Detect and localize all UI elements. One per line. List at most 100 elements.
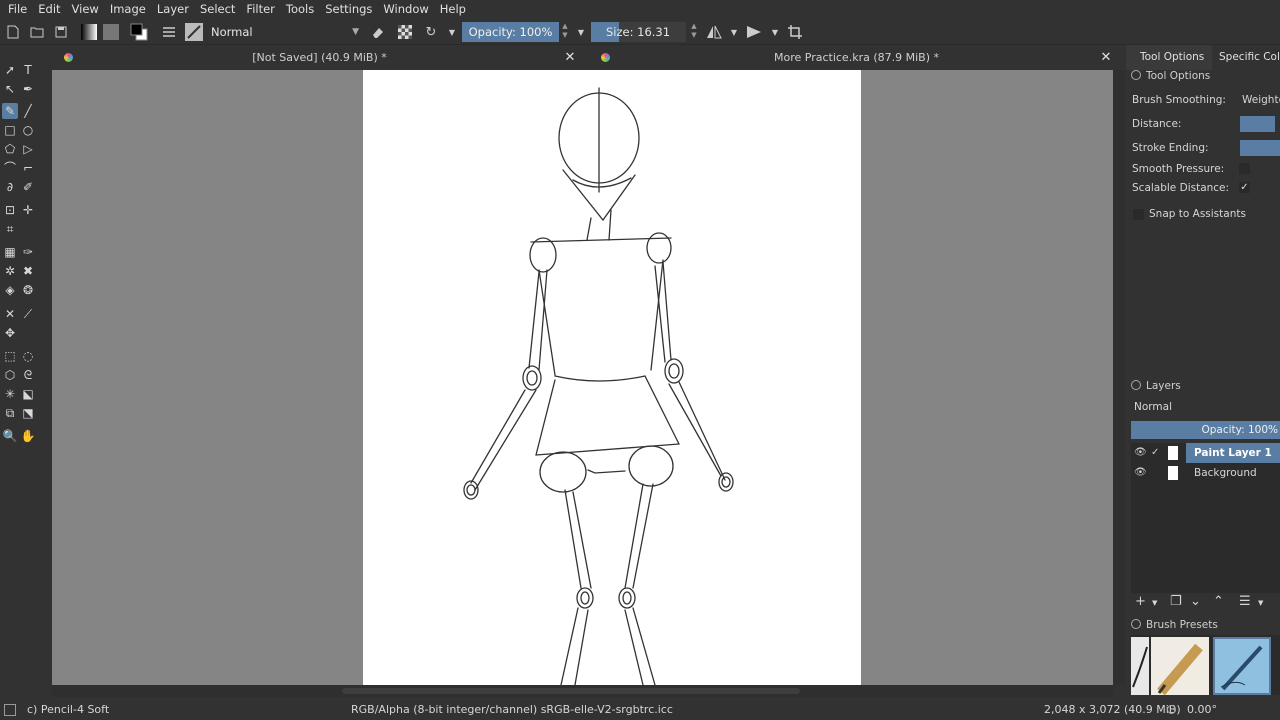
tab-tool-options[interactable]: Tool Options (1126, 45, 1212, 70)
layer-name[interactable]: Background (1186, 463, 1280, 483)
ellipse-tool-icon[interactable]: ○ (20, 122, 36, 138)
tab-specific-color[interactable]: Specific Color (1219, 45, 1280, 70)
polyline-tool-icon[interactable]: ▷ (20, 141, 36, 157)
tab-title-more-practice[interactable]: More Practice.kra (87.9 MiB) * (587, 45, 1126, 70)
polygon-select-icon[interactable]: ⬡ (2, 367, 18, 383)
rotation-icon[interactable] (1167, 705, 1176, 714)
move-layer-down-icon[interactable]: ⌄ (1190, 594, 1201, 609)
document-tab-1[interactable]: [Not Saved] (40.9 MiB) * ✕ (52, 45, 587, 70)
layer-check-icon[interactable]: ✓ (1151, 443, 1159, 463)
canvas-viewport[interactable] (52, 70, 1113, 686)
freehand-brush-icon[interactable]: ✎ (2, 103, 18, 119)
brush-preset-ink[interactable] (1131, 637, 1149, 695)
menu-view[interactable]: View (66, 0, 104, 19)
smooth-pressure-checkbox[interactable] (1239, 163, 1250, 174)
gradient-swatch-icon[interactable] (80, 23, 98, 41)
menu-image[interactable]: Image (104, 0, 151, 19)
new-document-icon[interactable] (4, 23, 22, 41)
crop-icon[interactable] (786, 23, 804, 41)
assistant-tool-icon[interactable]: ✕ (2, 306, 18, 322)
transform-tool-icon[interactable]: ⊡ (2, 202, 18, 218)
mirror-vertical-icon[interactable] (745, 23, 763, 41)
size-spinner[interactable]: ▲ ▼ (689, 22, 699, 42)
fg-bg-color-icon[interactable] (130, 23, 148, 41)
scalable-distance-checkbox[interactable]: ✓ (1239, 182, 1250, 193)
calligraphy-icon[interactable]: ✒ (20, 81, 36, 97)
line-tool-icon[interactable]: ╱ (20, 103, 36, 119)
chevron-down-icon[interactable]: ▼ (572, 23, 590, 41)
bezier-select-icon[interactable]: ⧉ (2, 405, 18, 421)
horizontal-scrollbar[interactable] (52, 685, 1113, 697)
pan-tool-icon[interactable]: ✋ (20, 428, 36, 444)
move-layer-up-icon[interactable]: ⌃ (1213, 594, 1224, 609)
smart-patch-icon[interactable]: ✖ (20, 263, 36, 279)
layer-opacity-slider[interactable]: Opacity: 100% (1131, 421, 1280, 439)
menu-file[interactable]: File (2, 0, 32, 19)
select-shapes-icon[interactable]: ➚ (2, 62, 18, 78)
drawing-canvas[interactable] (363, 70, 861, 686)
colorize-mask-icon[interactable]: ✲ (2, 263, 18, 279)
chevron-down-icon[interactable]: ▼ (766, 23, 784, 41)
freehand-path-icon[interactable]: ⌐ (20, 160, 36, 176)
snap-to-assistants-checkbox[interactable] (1133, 209, 1144, 220)
horizontal-scrollbar-thumb[interactable] (342, 688, 800, 694)
menu-tools[interactable]: Tools (280, 0, 319, 19)
rect-select-icon[interactable]: ⬚ (2, 348, 18, 364)
dynamic-brush-icon[interactable]: ∂ (2, 179, 18, 195)
menu-filter[interactable]: Filter (240, 0, 279, 19)
save-icon[interactable] (52, 23, 70, 41)
chevron-down-icon[interactable]: ▼ (1152, 599, 1157, 607)
layer-name[interactable]: Paint Layer 1 (1186, 443, 1280, 463)
reload-icon[interactable]: ↻ (422, 23, 440, 41)
reference-tool-icon[interactable]: ✥ (2, 325, 18, 341)
brush-smoothing-select[interactable]: Weighted (1242, 94, 1280, 106)
menu-settings[interactable]: Settings (319, 0, 377, 19)
brush-preset-pencil[interactable] (1151, 637, 1209, 696)
polygon-tool-icon[interactable]: ⬠ (2, 141, 18, 157)
layer-properties-icon[interactable]: ☰ (1239, 594, 1251, 609)
similar-select-icon[interactable]: ⬕ (20, 386, 36, 402)
crop-tool-icon[interactable]: ⌗ (2, 221, 18, 237)
gradient-tool-icon[interactable]: ▦ (2, 244, 18, 260)
panel-toggle-icon[interactable] (1131, 70, 1141, 80)
brush-preset-icon[interactable] (185, 23, 203, 41)
blend-mode-select[interactable]: Normal ▼ (205, 22, 363, 42)
chevron-down-icon[interactable]: ▼ (443, 23, 461, 41)
pattern-swatch-icon[interactable] (102, 23, 120, 41)
contiguous-select-icon[interactable]: ✳ (2, 386, 18, 402)
opacity-spinner[interactable]: ▲ ▼ (560, 22, 570, 42)
eraser-icon[interactable] (369, 23, 387, 41)
visibility-eye-icon[interactable]: 👁 (1134, 443, 1147, 463)
enclose-fill-icon[interactable]: ❂ (20, 282, 36, 298)
distance-slider[interactable] (1240, 116, 1275, 132)
size-slider[interactable]: Size: 16.31 px (591, 22, 686, 59)
zoom-tool-icon[interactable]: 🔍 (2, 428, 18, 444)
close-icon[interactable]: ✕ (563, 45, 577, 70)
bezier-curve-icon[interactable]: ⌒ (2, 160, 18, 176)
layer-row-background[interactable]: 👁 Background (1131, 463, 1280, 483)
close-icon[interactable]: ✕ (1099, 45, 1113, 70)
tab-title-not-saved[interactable]: [Not Saved] (40.9 MiB) * (52, 45, 587, 70)
brush-preset-pen-selected[interactable] (1213, 637, 1271, 695)
vertical-scrollbar[interactable] (1113, 70, 1125, 685)
open-folder-icon[interactable] (28, 23, 46, 41)
document-tab-2[interactable]: More Practice.kra (87.9 MiB) * ✕ (587, 45, 1126, 70)
move-tool-icon[interactable]: ✛ (20, 202, 36, 218)
fill-tool-icon[interactable]: ◈ (2, 282, 18, 298)
chevron-down-icon[interactable]: ▼ (1258, 599, 1263, 607)
measure-tool-icon[interactable]: ⟋ (20, 306, 36, 322)
menu-layer[interactable]: Layer (151, 0, 194, 19)
text-tool-icon[interactable]: T (20, 62, 36, 78)
ellipse-select-icon[interactable]: ◌ (20, 348, 36, 364)
opacity-slider[interactable]: Opacity: 100% (462, 22, 559, 42)
freehand-select-icon[interactable]: ᘓ (20, 367, 36, 383)
rectangle-tool-icon[interactable]: □ (2, 122, 18, 138)
multibrush-icon[interactable]: ✐ (20, 179, 36, 195)
panel-toggle-icon[interactable] (1131, 380, 1141, 390)
color-picker-icon[interactable]: ✑ (20, 244, 36, 260)
stroke-ending-slider[interactable] (1240, 140, 1280, 156)
mirror-horizontal-icon[interactable] (705, 23, 723, 41)
menu-select[interactable]: Select (194, 0, 240, 19)
menu-window[interactable]: Window (377, 0, 433, 19)
edit-shapes-icon[interactable]: ↖ (2, 81, 18, 97)
